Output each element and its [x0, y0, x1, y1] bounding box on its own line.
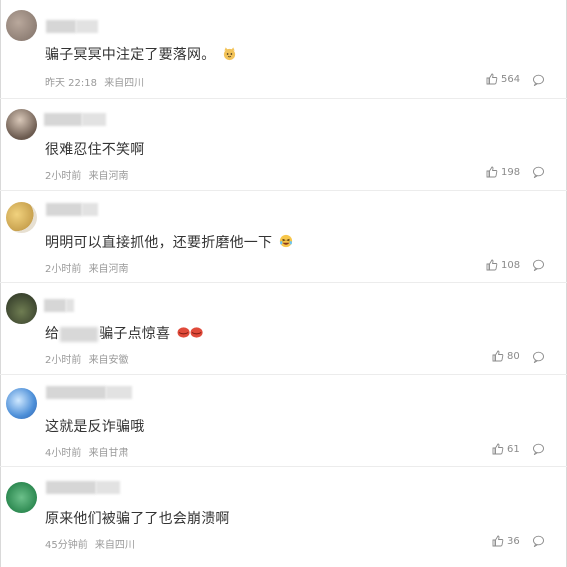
- comment-time: 2小时前: [45, 171, 82, 182]
- comment-bubble-icon[interactable]: [532, 351, 545, 363]
- comment-text-content: 这就是反诈骗哦: [45, 419, 145, 435]
- comment-location: 来自四川: [104, 78, 145, 89]
- avatar[interactable]: [6, 388, 37, 419]
- like-count: 108: [501, 259, 521, 271]
- comment-bubble-icon[interactable]: [532, 443, 545, 455]
- thumbs-up-icon: [486, 259, 498, 271]
- redacted-text: [60, 326, 99, 342]
- comment-location: 来自甘肃: [88, 448, 129, 459]
- comment-text-content: 骗子冥冥中注定了要落网。: [45, 47, 216, 63]
- thumbs-up-icon: [492, 350, 504, 362]
- comment-time: 昨天 22:18: [45, 78, 97, 89]
- comment-text-content: 明明可以直接抓他，还要折磨他一下: [45, 235, 273, 251]
- avatar[interactable]: [6, 293, 37, 324]
- comment-location: 来自河南: [88, 171, 129, 182]
- comment-meta: 昨天 22:18 来自四川: [45, 74, 144, 89]
- comment-meta: 2小时前 来自河南: [45, 167, 129, 182]
- red-lips-emoji: [177, 326, 205, 343]
- like-button[interactable]: 108: [486, 259, 520, 271]
- username-redacted[interactable]: [46, 203, 82, 216]
- comment-item-2: 很难忍住不笑啊 2小时前 来自河南 198: [0, 99, 567, 191]
- comment-item-5: 这就是反诈骗哦 4小时前 来自甘肃 61: [0, 375, 567, 467]
- username-redacted[interactable]: [46, 20, 76, 33]
- comment-location: 来自四川: [94, 540, 135, 551]
- comment-item-6: 原来他们被骗了了也会崩溃啊 45分钟前 来自四川 36: [0, 467, 567, 567]
- thumbs-up-icon: [486, 166, 498, 178]
- like-button[interactable]: 61: [492, 443, 520, 455]
- comment-text: 明明可以直接抓他，还要折磨他一下: [45, 232, 293, 252]
- username-redacted: [76, 20, 98, 33]
- username-redacted: [96, 481, 120, 494]
- comment-location: 来自安徽: [88, 355, 129, 366]
- comment-meta: 2小时前 来自安徽: [45, 351, 129, 366]
- username-redacted[interactable]: [46, 386, 106, 399]
- comment-bubble-icon[interactable]: [532, 74, 545, 86]
- cat-face-emoji: [222, 46, 237, 65]
- like-button[interactable]: 36: [492, 535, 520, 547]
- comment-text-content: 原来他们被骗了了也会崩溃啊: [45, 511, 230, 527]
- like-button[interactable]: 198: [486, 166, 520, 178]
- avatar[interactable]: [6, 10, 37, 41]
- comment-bubble-icon[interactable]: [532, 166, 545, 178]
- comment-location: 来自河南: [88, 264, 129, 275]
- comment-text: 骗子冥冥中注定了要落网。: [45, 44, 237, 65]
- comment-time: 2小时前: [45, 355, 82, 366]
- comment-meta: 2小时前 来自河南: [45, 260, 129, 275]
- comment-text-prefix: 给: [45, 326, 60, 342]
- like-count: 80: [507, 350, 520, 362]
- avatar[interactable]: [6, 482, 37, 513]
- comment-item-3: 明明可以直接抓他，还要折磨他一下 2小时前 来自河南 108: [0, 191, 567, 283]
- username-redacted: [82, 203, 98, 216]
- like-button[interactable]: 564: [486, 73, 520, 85]
- laughing-emoji: [279, 234, 293, 252]
- comment-time: 2小时前: [45, 264, 82, 275]
- comment-item-4: 给 骗子点惊喜 2小时前 来自安徽 80: [0, 283, 567, 375]
- avatar[interactable]: [6, 109, 37, 140]
- comment-meta: 4小时前 来自甘肃: [45, 444, 129, 459]
- comment-text: 很难忍住不笑啊: [45, 139, 144, 159]
- like-count: 564: [501, 73, 521, 85]
- comment-text: 这就是反诈骗哦: [45, 416, 144, 436]
- username-redacted[interactable]: [44, 113, 82, 126]
- comment-text: 给 骗子点惊喜: [45, 323, 205, 343]
- like-count: 61: [507, 443, 520, 455]
- comment-item-1: 骗子冥冥中注定了要落网。 昨天 22:18 来自四川 564: [0, 0, 567, 99]
- like-count: 198: [501, 166, 521, 178]
- comment-text: 原来他们被骗了了也会崩溃啊: [45, 508, 230, 528]
- username-redacted[interactable]: [46, 481, 96, 494]
- comment-time: 4小时前: [45, 448, 82, 459]
- comment-time: 45分钟前: [45, 540, 88, 551]
- comment-bubble-icon[interactable]: [532, 259, 545, 271]
- thumbs-up-icon: [486, 73, 498, 85]
- username-redacted: [106, 386, 132, 399]
- thumbs-up-icon: [492, 443, 504, 455]
- username-redacted: [66, 299, 74, 312]
- username-redacted[interactable]: [44, 299, 66, 312]
- like-button[interactable]: 80: [492, 350, 520, 362]
- comment-text-content: 很难忍住不笑啊: [45, 142, 145, 158]
- avatar[interactable]: [6, 202, 37, 233]
- username-redacted: [82, 113, 106, 126]
- thumbs-up-icon: [492, 535, 504, 547]
- like-count: 36: [507, 535, 520, 547]
- comment-text-suffix: 骗子点惊喜: [99, 326, 171, 342]
- comment-bubble-icon[interactable]: [532, 535, 545, 547]
- comment-meta: 45分钟前 来自四川: [45, 536, 135, 551]
